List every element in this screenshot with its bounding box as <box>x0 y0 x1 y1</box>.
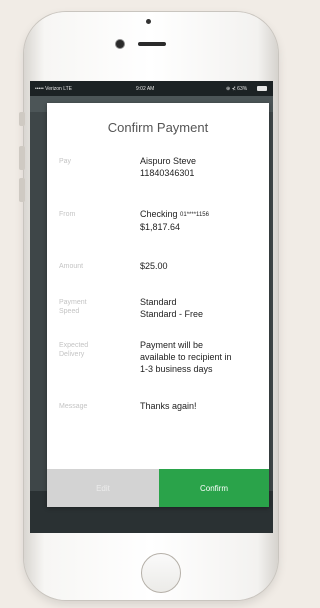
battery-icon <box>257 86 267 91</box>
dialog-title: Confirm Payment <box>107 120 209 135</box>
payee-value: Aispuro Steve 11840346301 <box>140 155 264 179</box>
phone-screen: ••••• Verizon LTE 9:02 AM ⊕ ⊀ 63% Confir… <box>30 81 273 533</box>
proximity-sensor <box>146 19 151 24</box>
status-bar: ••••• Verizon LTE 9:02 AM ⊕ ⊀ 63% <box>30 81 273 96</box>
expected-delivery-value: Payment will be available to recipient i… <box>140 339 264 375</box>
payment-speed-fee: Standard - Free <box>140 309 204 319</box>
earpiece-speaker <box>138 42 166 46</box>
from-account-mask: 01****1156 <box>180 212 209 218</box>
carrier-label: ••••• Verizon LTE <box>35 86 73 92</box>
expected-delivery-label: Expected Delivery <box>59 342 89 358</box>
message-value: Thanks again! <box>140 401 197 411</box>
from-account-value: Checking 01****1156 $1,817.64 <box>140 208 264 233</box>
payee-name: Aispuro Steve <box>140 156 197 166</box>
payee-account-number: 11840346301 <box>140 168 195 178</box>
pay-label: Pay <box>59 158 72 165</box>
delivery-line-1: Payment will be <box>140 340 204 350</box>
from-account-type: Checking <box>140 209 178 219</box>
volume-up-button <box>19 146 25 170</box>
volume-down-button <box>19 178 25 202</box>
delivery-line-2: available to recipient in <box>140 352 232 362</box>
message-label: Message <box>59 403 88 410</box>
from-label: From <box>59 211 76 218</box>
amount-label: Amount <box>59 263 84 270</box>
delivery-line-3: 1-3 business days <box>140 364 213 374</box>
edit-button[interactable]: Edit <box>47 469 159 507</box>
clock: 9:02 AM <box>136 86 155 92</box>
amount-value: $25.00 <box>140 261 168 271</box>
front-camera-icon <box>116 40 124 48</box>
home-button[interactable] <box>141 553 181 593</box>
payment-speed-label: Payment Speed <box>59 299 87 315</box>
status-indicators: ⊕ ⊀ 63% <box>226 86 248 92</box>
payment-speed-value: Standard Standard - Free <box>140 296 264 320</box>
mute-switch <box>19 112 25 126</box>
confirm-payment-dialog: Confirm Payment Pay Aispuro Steve 118403… <box>47 103 269 507</box>
confirm-button[interactable]: Confirm <box>159 469 269 507</box>
from-account-balance: $1,817.64 <box>140 222 181 232</box>
payment-speed-name: Standard <box>140 297 177 307</box>
